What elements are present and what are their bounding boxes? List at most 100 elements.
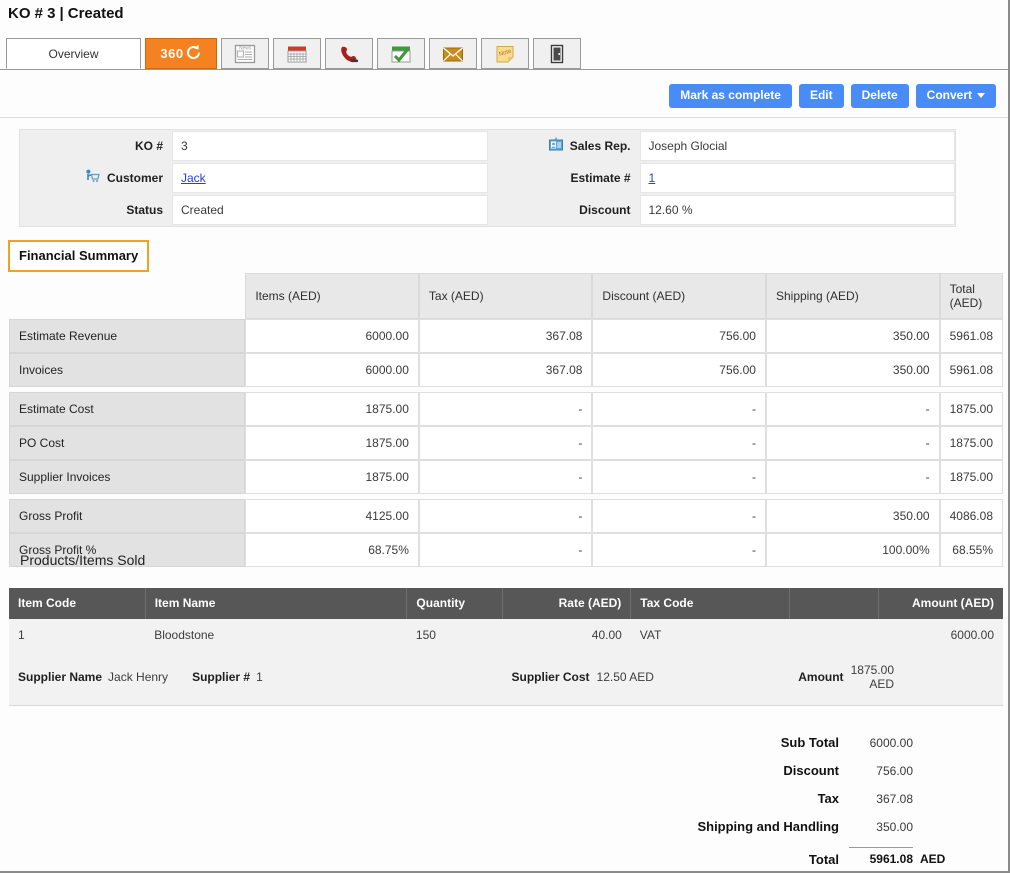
fs-cell: 350.00: [766, 353, 940, 387]
fs-cell: 756.00: [592, 353, 766, 387]
totals-value-discount: 756.00: [849, 764, 913, 778]
info-row-customer: Customer Jack: [20, 162, 488, 194]
estimate-link[interactable]: 1: [649, 171, 656, 185]
customer-link[interactable]: Jack: [181, 171, 206, 185]
totals-label-grand-total: Total: [809, 847, 849, 867]
fs-row-label: Estimate Revenue: [9, 319, 245, 353]
fs-cell: 367.08: [419, 353, 593, 387]
products-col-item-name: Item Name: [145, 588, 407, 619]
info-column-right: Sales Rep. Joseph Glocial Estimate # 1 D…: [488, 130, 956, 226]
tab-bar: Overview 360 News: [0, 38, 1008, 70]
tab-360[interactable]: 360: [145, 38, 217, 69]
fs-cell: -: [419, 426, 593, 460]
products-col-amount: Amount (AED): [878, 588, 1003, 619]
totals-row-discount: Discount 756.00: [697, 763, 950, 791]
table-row: PO Cost 1875.00 - - - 1875.00: [9, 426, 1003, 460]
product-item-name: Bloodstone: [145, 619, 407, 651]
info-value-sales-rep: Joseph Glocial: [640, 131, 956, 161]
table-row: 1 Bloodstone 150 40.00 VAT 6000.00: [9, 619, 1003, 651]
product-supplier-amount-cell: Amount 1875.00 AED: [789, 651, 1003, 706]
totals-currency-grand-total: AED: [913, 847, 950, 866]
page-title-status: Created: [68, 5, 124, 22]
products-col-tax-code: Tax Code: [631, 588, 789, 619]
note-icon: Note: [493, 43, 517, 65]
fs-cell: -: [419, 533, 593, 567]
fs-cell: -: [419, 460, 593, 494]
product-amount: 6000.00: [878, 619, 1003, 651]
totals-row-sub-total: Sub Total 6000.00: [697, 735, 950, 763]
table-row: Invoices 6000.00 367.08 756.00 350.00 59…: [9, 353, 1003, 387]
tab-call[interactable]: [325, 38, 373, 69]
tab-overview[interactable]: Overview: [6, 38, 141, 69]
edit-button[interactable]: Edit: [799, 84, 844, 108]
financial-summary-col-discount: Discount (AED): [592, 273, 766, 319]
info-label-estimate-number: Estimate #: [488, 162, 640, 194]
financial-summary-table: Items (AED) Tax (AED) Discount (AED) Shi…: [9, 273, 1003, 567]
product-supplier-cost-cell: Supplier Cost 12.50 AED: [503, 651, 790, 706]
financial-summary-header-row: Items (AED) Tax (AED) Discount (AED) Shi…: [9, 273, 1003, 319]
record-info-panel: KO # 3 Customer: [19, 129, 956, 227]
totals-value-tax: 367.08: [849, 792, 913, 806]
totals-row-tax: Tax 367.08: [697, 791, 950, 819]
info-row-estimate-number: Estimate # 1: [488, 162, 956, 194]
table-row: Gross Profit % 68.75% - - 100.00% 68.55%: [9, 533, 1003, 567]
fs-cell: 350.00: [766, 499, 940, 533]
action-button-bar: Mark as complete Edit Delete Convert: [669, 84, 996, 108]
info-value-discount: 12.60 %: [640, 195, 956, 225]
financial-summary-col-tax: Tax (AED): [419, 273, 593, 319]
delete-button[interactable]: Delete: [851, 84, 909, 108]
fs-cell: -: [419, 392, 593, 426]
page-title-record: KO # 3: [8, 5, 56, 22]
fs-cell: 5961.08: [940, 319, 1003, 353]
info-label-sales-rep: Sales Rep.: [488, 130, 640, 162]
calendar-icon: [285, 43, 309, 65]
fs-cell: 1875.00: [245, 460, 419, 494]
tab-email[interactable]: [429, 38, 477, 69]
fs-cell: -: [766, 392, 940, 426]
table-row: Estimate Revenue 6000.00 367.08 756.00 3…: [9, 319, 1003, 353]
product-item-code: 1: [9, 619, 145, 651]
info-label-status: Status: [20, 194, 172, 226]
supplier-number-value: 1: [256, 670, 263, 684]
id-badge-icon: [548, 137, 564, 155]
customer-cart-icon: [85, 169, 101, 187]
fs-cell: -: [592, 460, 766, 494]
tab-exit[interactable]: [533, 38, 581, 69]
tab-task[interactable]: [377, 38, 425, 69]
fs-cell: -: [592, 392, 766, 426]
info-value-customer: Jack: [172, 163, 488, 193]
fs-cell: 100.00%: [766, 533, 940, 567]
table-row: Estimate Cost 1875.00 - - - 1875.00: [9, 392, 1003, 426]
totals-label-tax: Tax: [818, 791, 849, 806]
products-col-rate: Rate (AED): [503, 588, 631, 619]
info-row-ko-number: KO # 3: [20, 130, 488, 162]
supplier-amount-label: Amount: [798, 670, 843, 684]
totals-label-shipping: Shipping and Handling: [697, 819, 849, 834]
fs-cell: 68.55%: [940, 533, 1003, 567]
fs-cell: -: [419, 499, 593, 533]
totals-value-sub-total: 6000.00: [849, 736, 913, 750]
products-table: Item Code Item Name Quantity Rate (AED) …: [9, 588, 1003, 706]
tab-news[interactable]: News: [221, 38, 269, 69]
fs-cell: -: [766, 460, 940, 494]
financial-summary-col-shipping: Shipping (AED): [766, 273, 940, 319]
fs-row-label: Supplier Invoices: [9, 460, 245, 494]
page-title-separator: |: [56, 5, 68, 22]
convert-button[interactable]: Convert: [916, 84, 996, 108]
supplier-cost-value: 12.50 AED: [597, 670, 654, 684]
info-row-discount: Discount 12.60 %: [488, 194, 956, 226]
tab-note[interactable]: Note: [481, 38, 529, 69]
chevron-down-icon: [977, 93, 985, 98]
totals-row-shipping: Shipping and Handling 350.00: [697, 819, 950, 847]
financial-summary-legend: Financial Summary: [8, 240, 149, 272]
supplier-name-label: Supplier Name: [18, 670, 102, 684]
info-label-customer-text: Customer: [107, 171, 163, 185]
tab-calendar[interactable]: [273, 38, 321, 69]
products-col-quantity: Quantity: [407, 588, 503, 619]
info-row-status: Status Created: [20, 194, 488, 226]
mark-as-complete-button[interactable]: Mark as complete: [669, 84, 792, 108]
info-label-customer: Customer: [20, 162, 172, 194]
info-label-sales-rep-text: Sales Rep.: [570, 139, 631, 153]
fs-cell: 1875.00: [940, 426, 1003, 460]
fs-cell: 350.00: [766, 319, 940, 353]
